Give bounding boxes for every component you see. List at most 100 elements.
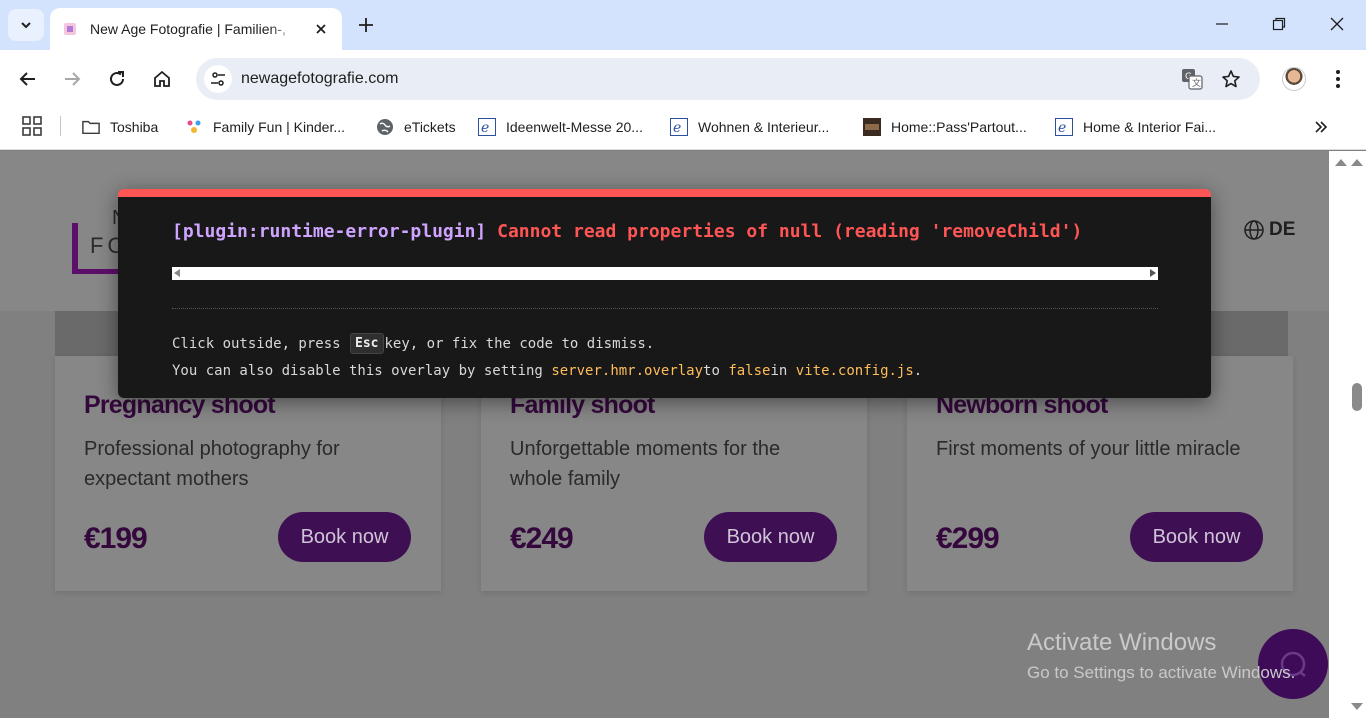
- bookmark-label: Toshiba: [110, 119, 159, 135]
- e-favicon: e: [670, 118, 688, 136]
- home-icon: [154, 70, 170, 87]
- config-key: server.hmr.overlay: [551, 363, 704, 379]
- site-favicon: [64, 23, 76, 35]
- e-favicon: e: [1055, 118, 1073, 136]
- star-icon: [1222, 70, 1240, 88]
- book-now-button[interactable]: Book now: [1130, 512, 1263, 562]
- tab-title: New Age Fotografie | Familien-,: [90, 21, 286, 37]
- disable-overlay-tip: You can also disable this overlay by set…: [172, 363, 922, 379]
- bookmark-passpartout[interactable]: Home::Pass'Partout...: [863, 114, 1027, 140]
- bookmarks-divider: [60, 116, 61, 136]
- bookmark-home-interior[interactable]: e Home & Interior Fai...: [1055, 114, 1216, 140]
- error-horizontal-scrollbar[interactable]: [172, 267, 1158, 280]
- tab-strip: New Age Fotografie | Familien-,: [0, 0, 1366, 50]
- scroll-up-icon: [1335, 159, 1363, 166]
- svg-text:文: 文: [1192, 77, 1201, 89]
- esc-key: Esc: [350, 333, 384, 354]
- logo-bracket-bottom: [72, 269, 122, 274]
- card-description: Professional photography for expectant m…: [84, 438, 340, 490]
- activate-windows-title: Activate Windows: [1027, 629, 1217, 656]
- svg-text:e: e: [1058, 120, 1066, 136]
- bookmark-label: Home::Pass'Partout...: [891, 119, 1027, 135]
- new-tab-button[interactable]: [354, 13, 378, 37]
- book-now-button[interactable]: Book now: [704, 512, 837, 562]
- url-text[interactable]: newagefotografie.com: [241, 70, 398, 88]
- arrow-right-icon: [65, 72, 81, 86]
- passpartout-favicon: [863, 118, 881, 136]
- error-plugin-name: [plugin:runtime-error-plugin]: [172, 221, 487, 242]
- bookmark-label: Family Fun | Kinder...: [213, 119, 346, 135]
- scroll-right-arrow-icon[interactable]: [1150, 269, 1156, 277]
- close-icon: [1330, 17, 1344, 31]
- logo-bracket: [72, 223, 78, 273]
- scroll-down-arrow[interactable]: [1329, 700, 1366, 714]
- config-value: false: [728, 363, 771, 379]
- address-bar[interactable]: newagefotografie.com G文: [196, 58, 1260, 100]
- globe-icon: [1244, 220, 1264, 240]
- dismiss-tip: Click outside, press Esc key, or fix the …: [172, 333, 654, 354]
- bookmark-label: Home & Interior Fai...: [1083, 119, 1217, 135]
- translate-icon: G文: [1182, 69, 1203, 90]
- card-price: €199: [84, 522, 148, 555]
- bookmark-label: eTickets: [404, 119, 456, 135]
- scroll-up-arrows[interactable]: [1329, 155, 1366, 169]
- browser-toolbar: newagefotografie.com G文: [0, 50, 1366, 108]
- error-overlay[interactable]: [plugin:runtime-error-plugin] Cannot rea…: [118, 189, 1211, 398]
- close-tab-icon[interactable]: [312, 20, 330, 38]
- bookmark-star-button[interactable]: [1219, 67, 1243, 91]
- tip-text: key, or fix the code to dismiss.: [384, 335, 655, 352]
- book-now-button[interactable]: Book now: [278, 512, 411, 562]
- apps-grid-icon: [22, 116, 42, 136]
- folder-icon: [82, 118, 100, 136]
- minimize-button[interactable]: [1210, 12, 1234, 36]
- bookmark-family-fun[interactable]: Family Fun | Kinder...: [185, 114, 345, 140]
- close-window-button[interactable]: [1325, 12, 1349, 36]
- card-description: Unforgettable moments for the whole fami…: [510, 438, 781, 490]
- card-image: [1200, 311, 1288, 357]
- tab-search-button[interactable]: [8, 9, 44, 41]
- active-tab[interactable]: New Age Fotografie | Familien-,: [50, 8, 342, 50]
- bookmark-ideenwelt[interactable]: e Ideenwelt-Messe 20...: [478, 114, 643, 140]
- browser-menu-button[interactable]: [1326, 67, 1350, 91]
- double-chevron-right-icon: [1315, 121, 1328, 133]
- site-info-button[interactable]: [204, 65, 232, 93]
- svg-text:e: e: [481, 120, 489, 136]
- profile-avatar[interactable]: [1282, 67, 1306, 91]
- config-file: vite.config.js: [795, 363, 914, 379]
- scrollbar-thumb[interactable]: [1352, 383, 1362, 411]
- bookmark-toshiba[interactable]: Toshiba: [82, 114, 158, 140]
- back-button[interactable]: [15, 66, 41, 92]
- globe-icon: [376, 118, 394, 136]
- card-description: First moments of your little miracle: [936, 438, 1241, 460]
- bookmark-label: Wohnen & Interieur...: [698, 119, 830, 135]
- bookmark-wohnen[interactable]: e Wohnen & Interieur...: [670, 114, 829, 140]
- translate-button[interactable]: G文: [1180, 67, 1204, 91]
- tip-text: .: [913, 363, 923, 379]
- reload-button[interactable]: [104, 66, 130, 92]
- error-heading: [plugin:runtime-error-plugin] Cannot rea…: [172, 221, 1082, 242]
- error-divider: [172, 308, 1158, 309]
- arrow-left-icon: [19, 72, 35, 86]
- tip-text: Click outside, press: [172, 335, 341, 352]
- card-price: €299: [936, 522, 1000, 555]
- reload-icon: [110, 71, 124, 86]
- more-bookmarks-button[interactable]: [1310, 116, 1332, 138]
- scroll-down-icon: [1351, 703, 1363, 710]
- svg-text:e: e: [673, 120, 681, 136]
- activate-windows-subtitle: Go to Settings to activate Windows.: [1027, 663, 1296, 682]
- language-switcher[interactable]: DE: [1243, 219, 1295, 241]
- bookmark-etickets[interactable]: eTickets: [376, 114, 456, 140]
- apps-button[interactable]: [22, 116, 44, 138]
- bookmark-label: Ideenwelt-Messe 20...: [506, 119, 643, 135]
- language-label: DE: [1269, 219, 1296, 240]
- scroll-left-arrow-icon[interactable]: [174, 269, 180, 277]
- tip-text: to: [703, 363, 720, 379]
- restore-button[interactable]: [1267, 12, 1291, 36]
- chevron-down-icon: [21, 22, 31, 29]
- forward-button[interactable]: [59, 66, 85, 92]
- card-price: €249: [510, 522, 574, 555]
- tip-text: You can also disable this overlay by set…: [172, 363, 543, 379]
- plus-icon: [359, 18, 373, 32]
- page-scrollbar[interactable]: [1329, 151, 1366, 718]
- home-button[interactable]: [149, 66, 175, 92]
